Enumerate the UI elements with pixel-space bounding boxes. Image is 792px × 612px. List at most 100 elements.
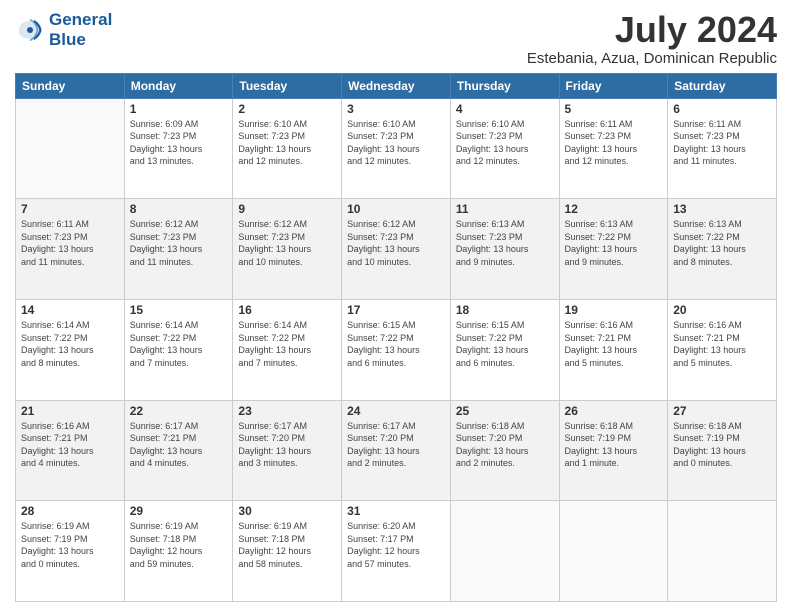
day-info: Sunrise: 6:19 AM Sunset: 7:18 PM Dayligh… — [130, 520, 228, 570]
day-info: Sunrise: 6:19 AM Sunset: 7:19 PM Dayligh… — [21, 520, 119, 570]
day-number: 30 — [238, 504, 336, 518]
col-friday: Friday — [559, 73, 668, 98]
day-number: 16 — [238, 303, 336, 317]
header: General Blue July 2024 Estebania, Azua, … — [15, 10, 777, 67]
table-row: 25 Sunrise: 6:18 AM Sunset: 7:20 PM Dayli… — [450, 400, 559, 501]
day-number: 19 — [565, 303, 663, 317]
col-sunday: Sunday — [16, 73, 125, 98]
day-number: 29 — [130, 504, 228, 518]
table-row: 29 Sunrise: 6:19 AM Sunset: 7:18 PM Dayli… — [124, 501, 233, 602]
day-info: Sunrise: 6:09 AM Sunset: 7:23 PM Dayligh… — [130, 118, 228, 168]
day-info: Sunrise: 6:20 AM Sunset: 7:17 PM Dayligh… — [347, 520, 445, 570]
table-row: 28Sunrise: 6:19 AM Sunset: 7:19 PM Dayli… — [16, 501, 125, 602]
table-row: 2 Sunrise: 6:10 AM Sunset: 7:23 PM Daylig… — [233, 98, 342, 199]
col-saturday: Saturday — [668, 73, 777, 98]
day-info: Sunrise: 6:16 AM Sunset: 7:21 PM Dayligh… — [673, 319, 771, 369]
col-monday: Monday — [124, 73, 233, 98]
day-info: Sunrise: 6:17 AM Sunset: 7:21 PM Dayligh… — [130, 420, 228, 470]
calendar-row-1: 7 Sunrise: 6:11 AM Sunset: 7:23 PM Daylig… — [16, 199, 777, 300]
day-number: 18 — [456, 303, 554, 317]
day-number: 6 — [673, 102, 771, 116]
day-info: Sunrise: 6:19 AM Sunset: 7:18 PM Dayligh… — [238, 520, 336, 570]
table-row: 31 Sunrise: 6:20 AM Sunset: 7:17 PM Dayli… — [342, 501, 451, 602]
day-info: Sunrise: 6:13 AM Sunset: 7:22 PM Dayligh… — [565, 218, 663, 268]
table-row: 9 Sunrise: 6:12 AM Sunset: 7:23 PM Daylig… — [233, 199, 342, 300]
day-number: 2 — [238, 102, 336, 116]
day-info: Sunrise: 6:15 AM Sunset: 7:22 PM Dayligh… — [456, 319, 554, 369]
table-row: 11 Sunrise: 6:13 AM Sunset: 7:23 PM Dayli… — [450, 199, 559, 300]
table-row: 13 Sunrise: 6:13 AM Sunset: 7:22 PM Dayli… — [668, 199, 777, 300]
table-row — [668, 501, 777, 602]
logo-icon — [15, 15, 45, 45]
table-row: 19Sunrise: 6:16 AM Sunset: 7:21 PM Dayli… — [559, 299, 668, 400]
col-thursday: Thursday — [450, 73, 559, 98]
calendar-row-3: 21 Sunrise: 6:16 AM Sunset: 7:21 PM Dayli… — [16, 400, 777, 501]
table-row: 30 Sunrise: 6:19 AM Sunset: 7:18 PM Dayli… — [233, 501, 342, 602]
day-number: 3 — [347, 102, 445, 116]
day-number: 20 — [673, 303, 771, 317]
table-row: 10Sunrise: 6:12 AM Sunset: 7:23 PM Dayli… — [342, 199, 451, 300]
day-number: 25 — [456, 404, 554, 418]
day-info: Sunrise: 6:16 AM Sunset: 7:21 PM Dayligh… — [21, 420, 119, 470]
day-info: Sunrise: 6:11 AM Sunset: 7:23 PM Dayligh… — [565, 118, 663, 168]
col-tuesday: Tuesday — [233, 73, 342, 98]
day-number: 26 — [565, 404, 663, 418]
calendar-header-row: Sunday Monday Tuesday Wednesday Thursday… — [16, 73, 777, 98]
table-row: 26 Sunrise: 6:18 AM Sunset: 7:19 PM Dayli… — [559, 400, 668, 501]
logo-text: General Blue — [49, 10, 112, 51]
day-number: 15 — [130, 303, 228, 317]
table-row: 6 Sunrise: 6:11 AM Sunset: 7:23 PM Daylig… — [668, 98, 777, 199]
col-wednesday: Wednesday — [342, 73, 451, 98]
table-row: 15 Sunrise: 6:14 AM Sunset: 7:22 PM Dayli… — [124, 299, 233, 400]
day-info: Sunrise: 6:14 AM Sunset: 7:22 PM Dayligh… — [21, 319, 119, 369]
day-info: Sunrise: 6:18 AM Sunset: 7:20 PM Dayligh… — [456, 420, 554, 470]
table-row: 12Sunrise: 6:13 AM Sunset: 7:22 PM Dayli… — [559, 199, 668, 300]
day-info: Sunrise: 6:11 AM Sunset: 7:23 PM Dayligh… — [673, 118, 771, 168]
table-row: 20 Sunrise: 6:16 AM Sunset: 7:21 PM Dayli… — [668, 299, 777, 400]
day-number: 9 — [238, 202, 336, 216]
table-row: 4Sunrise: 6:10 AM Sunset: 7:23 PM Daylig… — [450, 98, 559, 199]
table-row: 1 Sunrise: 6:09 AM Sunset: 7:23 PM Daylig… — [124, 98, 233, 199]
table-row — [559, 501, 668, 602]
calendar-row-4: 28Sunrise: 6:19 AM Sunset: 7:19 PM Dayli… — [16, 501, 777, 602]
table-row: 21 Sunrise: 6:16 AM Sunset: 7:21 PM Dayli… — [16, 400, 125, 501]
day-number: 10 — [347, 202, 445, 216]
day-number: 14 — [21, 303, 119, 317]
table-row: 5 Sunrise: 6:11 AM Sunset: 7:23 PM Daylig… — [559, 98, 668, 199]
day-number: 4 — [456, 102, 554, 116]
calendar-row-2: 14 Sunrise: 6:14 AM Sunset: 7:22 PM Dayli… — [16, 299, 777, 400]
day-info: Sunrise: 6:12 AM Sunset: 7:23 PM Dayligh… — [130, 218, 228, 268]
day-number: 27 — [673, 404, 771, 418]
day-number: 22 — [130, 404, 228, 418]
table-row: 27Sunrise: 6:18 AM Sunset: 7:19 PM Dayli… — [668, 400, 777, 501]
day-number: 23 — [238, 404, 336, 418]
day-info: Sunrise: 6:13 AM Sunset: 7:23 PM Dayligh… — [456, 218, 554, 268]
table-row: 14 Sunrise: 6:14 AM Sunset: 7:22 PM Dayli… — [16, 299, 125, 400]
day-info: Sunrise: 6:13 AM Sunset: 7:22 PM Dayligh… — [673, 218, 771, 268]
day-info: Sunrise: 6:12 AM Sunset: 7:23 PM Dayligh… — [238, 218, 336, 268]
day-info: Sunrise: 6:15 AM Sunset: 7:22 PM Dayligh… — [347, 319, 445, 369]
table-row: 7 Sunrise: 6:11 AM Sunset: 7:23 PM Daylig… — [16, 199, 125, 300]
month-title: July 2024 — [527, 10, 777, 50]
table-row: 22 Sunrise: 6:17 AM Sunset: 7:21 PM Dayli… — [124, 400, 233, 501]
table-row — [16, 98, 125, 199]
day-info: Sunrise: 6:18 AM Sunset: 7:19 PM Dayligh… — [565, 420, 663, 470]
day-info: Sunrise: 6:10 AM Sunset: 7:23 PM Dayligh… — [347, 118, 445, 168]
day-number: 24 — [347, 404, 445, 418]
day-info: Sunrise: 6:11 AM Sunset: 7:23 PM Dayligh… — [21, 218, 119, 268]
day-info: Sunrise: 6:10 AM Sunset: 7:23 PM Dayligh… — [238, 118, 336, 168]
day-number: 11 — [456, 202, 554, 216]
day-info: Sunrise: 6:17 AM Sunset: 7:20 PM Dayligh… — [238, 420, 336, 470]
table-row: 18 Sunrise: 6:15 AM Sunset: 7:22 PM Dayli… — [450, 299, 559, 400]
day-number: 1 — [130, 102, 228, 116]
day-info: Sunrise: 6:14 AM Sunset: 7:22 PM Dayligh… — [238, 319, 336, 369]
day-number: 5 — [565, 102, 663, 116]
day-number: 21 — [21, 404, 119, 418]
table-row: 23 Sunrise: 6:17 AM Sunset: 7:20 PM Dayli… — [233, 400, 342, 501]
day-number: 8 — [130, 202, 228, 216]
day-number: 31 — [347, 504, 445, 518]
day-number: 13 — [673, 202, 771, 216]
table-row: 16 Sunrise: 6:14 AM Sunset: 7:22 PM Dayli… — [233, 299, 342, 400]
day-number: 7 — [21, 202, 119, 216]
day-info: Sunrise: 6:14 AM Sunset: 7:22 PM Dayligh… — [130, 319, 228, 369]
